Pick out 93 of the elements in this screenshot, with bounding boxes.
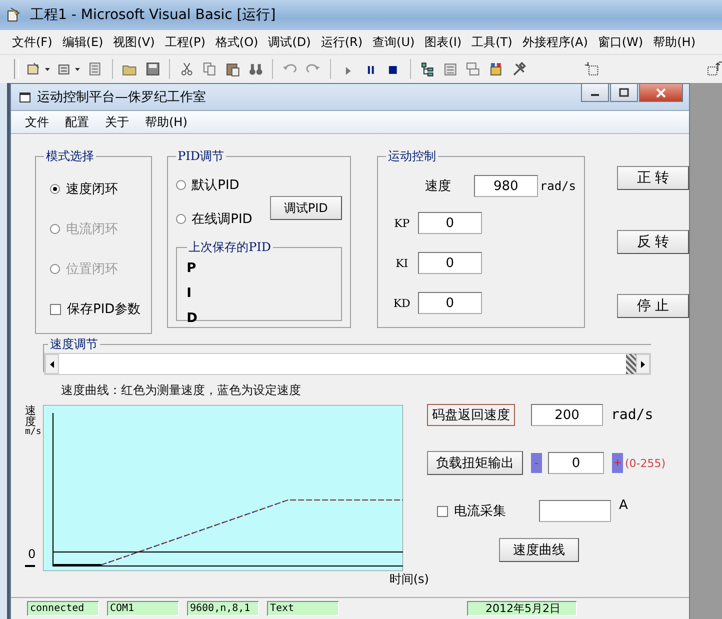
field-label: KD: [392, 296, 412, 310]
axis-label: 时间(s): [389, 571, 429, 588]
pid-label: I: [186, 285, 192, 303]
direction-button[interactable]: 停 止: [617, 294, 689, 318]
field-label: 速度: [424, 178, 452, 195]
group-title: 模式选择: [45, 148, 95, 165]
close-button[interactable]: [639, 84, 683, 102]
menu-item[interactable]: 文件: [25, 114, 49, 130]
field-label: KI: [394, 256, 410, 270]
input-field[interactable]: 0: [548, 452, 604, 474]
right-arrow-icon[interactable]: [641, 360, 645, 368]
unit-label: rad/s: [611, 407, 654, 423]
group-title: PID调节: [176, 148, 226, 165]
position-icon[interactable]: [584, 61, 600, 77]
project-tree-icon[interactable]: [420, 61, 436, 77]
menu-item[interactable]: 配置: [65, 114, 89, 130]
menu-item[interactable]: 调试(D): [268, 34, 311, 50]
pid-label: D: [186, 310, 198, 328]
axis-label: 速度: [25, 405, 36, 427]
caret-icon[interactable]: [44, 68, 50, 70]
speed-curve-button[interactable]: 速度曲线: [499, 538, 579, 562]
radio-icon[interactable]: [176, 180, 186, 190]
status-panel: COM1: [107, 601, 179, 616]
group-title: 速度调节: [49, 336, 99, 353]
menu-item[interactable]: 外接程序(A): [522, 34, 588, 50]
menu-item[interactable]: 查询(U): [372, 34, 415, 50]
menu-item[interactable]: 工具(T): [472, 34, 512, 50]
binoculars-icon[interactable]: [248, 61, 264, 77]
speed-scrollbar[interactable]: [44, 353, 651, 375]
status-panel: Text: [267, 601, 339, 616]
checkbox-icon[interactable]: [437, 506, 448, 516]
input-field[interactable]: 0: [418, 252, 482, 274]
chart-caption: 速度曲线：红色为测量速度，蓝色为设定速度: [61, 382, 302, 399]
form-icon: [19, 91, 31, 103]
input-field[interactable]: 0: [418, 292, 482, 314]
radio-icon[interactable]: [50, 184, 60, 194]
size-icon[interactable]: [706, 61, 722, 77]
maximize-button[interactable]: [610, 84, 638, 102]
caret-icon[interactable]: [75, 68, 80, 70]
paste-icon[interactable]: [224, 61, 241, 77]
menu-item[interactable]: 帮助(H): [145, 114, 188, 130]
left-arrow-icon[interactable]: [50, 360, 54, 368]
checkbox-option[interactable]: 电流采集: [437, 498, 533, 524]
axis-unit: m/s: [25, 427, 42, 437]
checkbox-icon[interactable]: [50, 304, 61, 314]
menu-item[interactable]: 帮助(H): [653, 34, 696, 50]
menu-item[interactable]: 运行(R): [320, 34, 363, 50]
checkbox-option[interactable]: 保存PID参数: [50, 289, 143, 329]
form-icon[interactable]: [26, 61, 42, 77]
menu-item[interactable]: 图表(I): [424, 34, 462, 50]
menu-item[interactable]: 格式(O): [215, 34, 258, 50]
input-field[interactable]: [539, 500, 611, 522]
tick-label: 0: [28, 547, 36, 561]
menu-item[interactable]: 视图(V): [113, 34, 155, 50]
menu-item[interactable]: 文件(F): [12, 34, 52, 50]
field-label: KP: [393, 216, 411, 230]
copy-icon[interactable]: [202, 61, 218, 77]
input-field[interactable]: 980: [474, 175, 538, 197]
encoder-speed-label: 码盘返回速度: [427, 404, 515, 426]
status-panel: 9600,n,8,1: [187, 601, 259, 616]
menu-item[interactable]: 关于: [105, 114, 129, 130]
windows-icon[interactable]: [465, 61, 482, 77]
minimize-button[interactable]: [581, 84, 609, 102]
input-field[interactable]: 0: [418, 212, 482, 234]
save-icon[interactable]: [144, 61, 160, 77]
input-field[interactable]: 200: [531, 404, 603, 426]
properties-icon[interactable]: [442, 61, 458, 77]
torque-output-button[interactable]: 负载扭矩输出: [427, 451, 523, 475]
scroll-thumb[interactable]: [626, 354, 636, 374]
group-title: 上次保存的PID: [188, 239, 272, 256]
menu-item[interactable]: 编辑(E): [62, 34, 104, 50]
window-title: 工程1 - Microsoft Visual Basic [运行]: [30, 6, 276, 24]
range-hint: (0-255): [625, 456, 666, 470]
status-panel: 2012年5月2日: [467, 601, 577, 616]
tune-pid-button[interactable]: 调试PID: [270, 196, 342, 220]
direction-button[interactable]: 正 转: [617, 166, 689, 190]
document-icon[interactable]: [87, 61, 103, 77]
box-icon[interactable]: [488, 61, 504, 77]
maximize-icon[interactable]: [619, 88, 629, 98]
group-title: 运动控制: [386, 148, 437, 165]
menu-item[interactable]: 工程(P): [164, 34, 206, 50]
menu-item[interactable]: 窗口(W): [598, 34, 644, 50]
pid-label: P: [186, 260, 198, 278]
unit-label: A: [619, 498, 628, 512]
close-icon[interactable]: [656, 88, 666, 98]
form-title: 运动控制平台—侏罗纪工作室: [37, 89, 206, 106]
direction-button[interactable]: 反 转: [617, 230, 689, 254]
unit-label: rad/s: [540, 179, 576, 193]
radio-icon[interactable]: [176, 214, 186, 224]
status-panel: connected: [27, 601, 99, 616]
radio-option[interactable]: 速度闭环: [50, 169, 143, 209]
radio-option[interactable]: 在线调PID: [176, 203, 252, 235]
tools-icon[interactable]: [510, 61, 527, 77]
